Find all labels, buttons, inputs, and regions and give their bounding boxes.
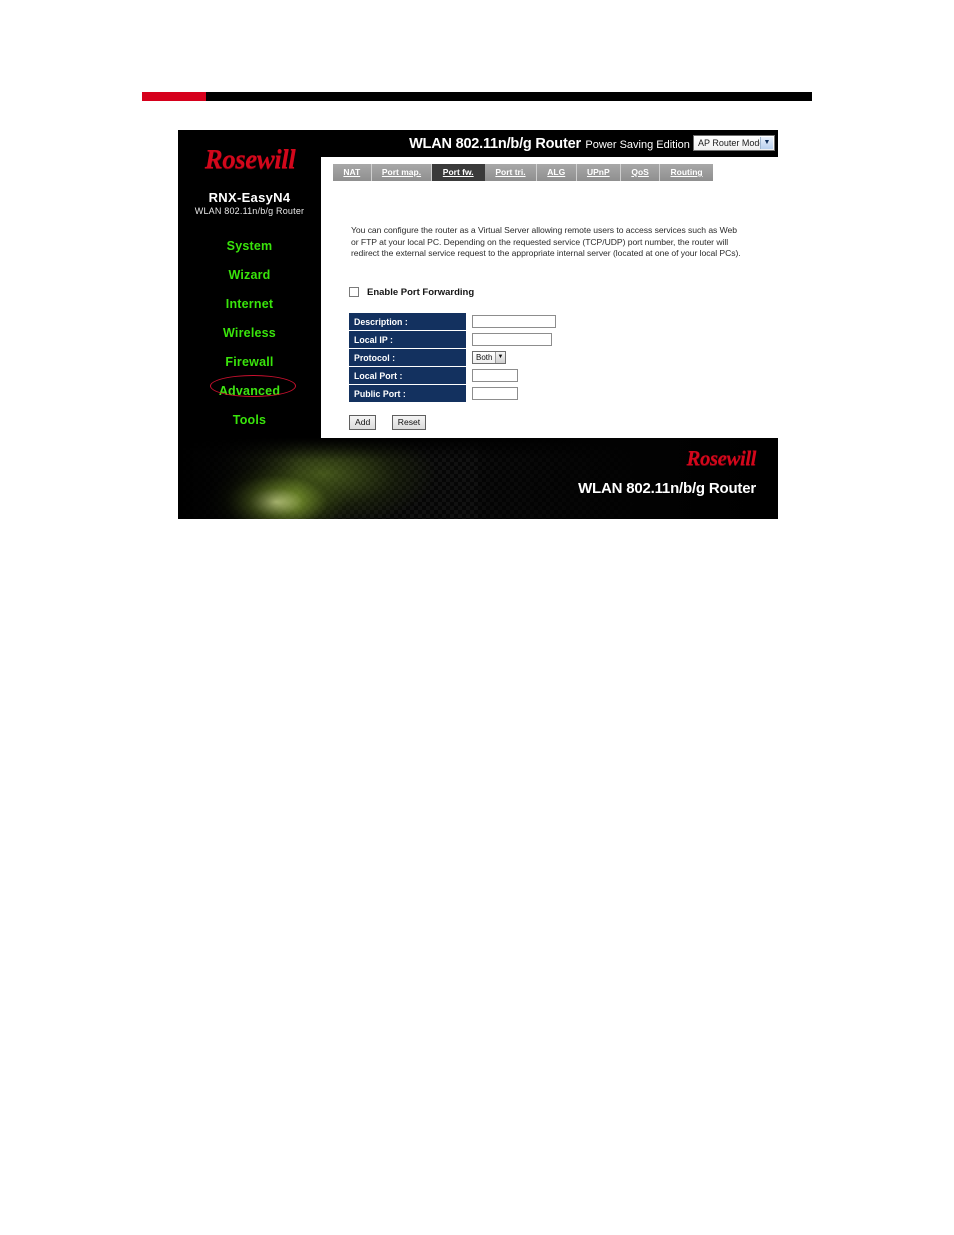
footer-banner: Rosewill WLAN 802.11n/b/g Router xyxy=(178,438,778,519)
table-row: Protocol : Both ▼ xyxy=(349,348,556,367)
rosewill-logo-text: Rosewill xyxy=(204,144,296,174)
footer-rosewill-logo: Rosewill xyxy=(686,448,756,470)
router-mode-select-value: AP Router Mode xyxy=(698,138,765,148)
chevron-down-icon[interactable]: ▼ xyxy=(495,351,505,363)
tab-port-map[interactable]: Port map. xyxy=(372,164,433,181)
field-cell-protocol: Both ▼ xyxy=(466,348,556,367)
table-row: Local IP : xyxy=(349,330,556,349)
page-top-rule xyxy=(142,92,812,101)
label-protocol: Protocol : xyxy=(349,348,467,367)
sidebar-item-firewall[interactable]: Firewall xyxy=(178,348,321,377)
field-cell-local-ip xyxy=(466,330,556,349)
footer-rosewill-logo-text: Rosewill xyxy=(686,446,756,470)
field-cell-public-port xyxy=(466,384,556,403)
description-input[interactable] xyxy=(472,314,556,328)
page-top-rule-accent xyxy=(142,92,206,101)
label-local-port: Local Port : xyxy=(349,366,467,385)
sidebar-item-advanced[interactable]: Advanced xyxy=(178,377,321,406)
router-mode-select[interactable]: AP Router Mode ▼ xyxy=(693,135,775,151)
enable-port-forwarding-row[interactable]: Enable Port Forwarding xyxy=(349,285,474,299)
label-description: Description : xyxy=(349,312,467,331)
local-ip-input[interactable] xyxy=(472,332,552,346)
tab-alg[interactable]: ALG xyxy=(537,164,577,181)
app-header: WLAN 802.11n/b/g Router Power Saving Edi… xyxy=(321,130,778,157)
field-cell-description xyxy=(466,312,556,331)
tab-upnp[interactable]: UPnP xyxy=(577,164,621,181)
sidebar-item-tools[interactable]: Tools xyxy=(178,406,321,435)
field-cell-local-port xyxy=(466,366,556,385)
footer-product-name: WLAN 802.11n/b/g Router xyxy=(578,480,756,497)
protocol-select-value: Both xyxy=(476,352,493,362)
form-actions: Add Reset xyxy=(349,412,437,430)
sidebar-nav: System Wizard Internet Wireless Firewall… xyxy=(178,232,321,435)
port-forwarding-form: Description : Local IP : Protocol : Both… xyxy=(349,312,556,403)
enable-port-forwarding-checkbox[interactable] xyxy=(349,287,359,297)
enable-port-forwarding-label: Enable Port Forwarding xyxy=(367,286,475,298)
rosewill-logo: Rosewill xyxy=(186,138,314,182)
page-title-sub: Power Saving Edition xyxy=(585,139,690,151)
device-model-name: RNX-EasyN4 xyxy=(208,190,291,205)
tab-qos[interactable]: QoS xyxy=(621,164,661,181)
label-public-port: Public Port : xyxy=(349,384,467,403)
device-model-subtitle: WLAN 802.11n/b/g Router xyxy=(194,206,305,216)
reset-button[interactable]: Reset xyxy=(391,415,427,430)
tab-nat[interactable]: NAT xyxy=(333,164,372,181)
sidebar-item-internet[interactable]: Internet xyxy=(178,290,321,319)
local-port-input[interactable] xyxy=(472,368,518,382)
tab-bar: NAT Port map. Port fw. Port tri. ALG UPn… xyxy=(333,164,713,181)
tab-routing[interactable]: Routing xyxy=(660,164,713,181)
tab-port-fw[interactable]: Port fw. xyxy=(432,164,486,181)
page-title-main: WLAN 802.11n/b/g Router xyxy=(409,136,581,152)
table-row: Public Port : xyxy=(349,384,556,403)
sidebar-item-system[interactable]: System xyxy=(178,232,321,261)
protocol-select[interactable]: Both ▼ xyxy=(472,350,506,364)
router-admin-screenshot: Rosewill RNX-EasyN4 WLAN 802.11n/b/g Rou… xyxy=(178,130,778,519)
table-row: Description : xyxy=(349,312,556,331)
public-port-input[interactable] xyxy=(472,386,518,400)
tab-port-tri[interactable]: Port tri. xyxy=(485,164,537,181)
chevron-down-icon[interactable]: ▼ xyxy=(760,137,773,149)
sidebar-item-wireless[interactable]: Wireless xyxy=(178,319,321,348)
sidebar-item-wizard[interactable]: Wizard xyxy=(178,261,321,290)
page-description: You can configure the router as a Virtua… xyxy=(351,225,741,259)
content-panel: NAT Port map. Port fw. Port tri. ALG UPn… xyxy=(321,157,778,438)
add-button[interactable]: Add xyxy=(349,415,377,430)
label-local-ip: Local IP : xyxy=(349,330,467,349)
table-row: Local Port : xyxy=(349,366,556,385)
sidebar: Rosewill RNX-EasyN4 WLAN 802.11n/b/g Rou… xyxy=(178,130,321,438)
